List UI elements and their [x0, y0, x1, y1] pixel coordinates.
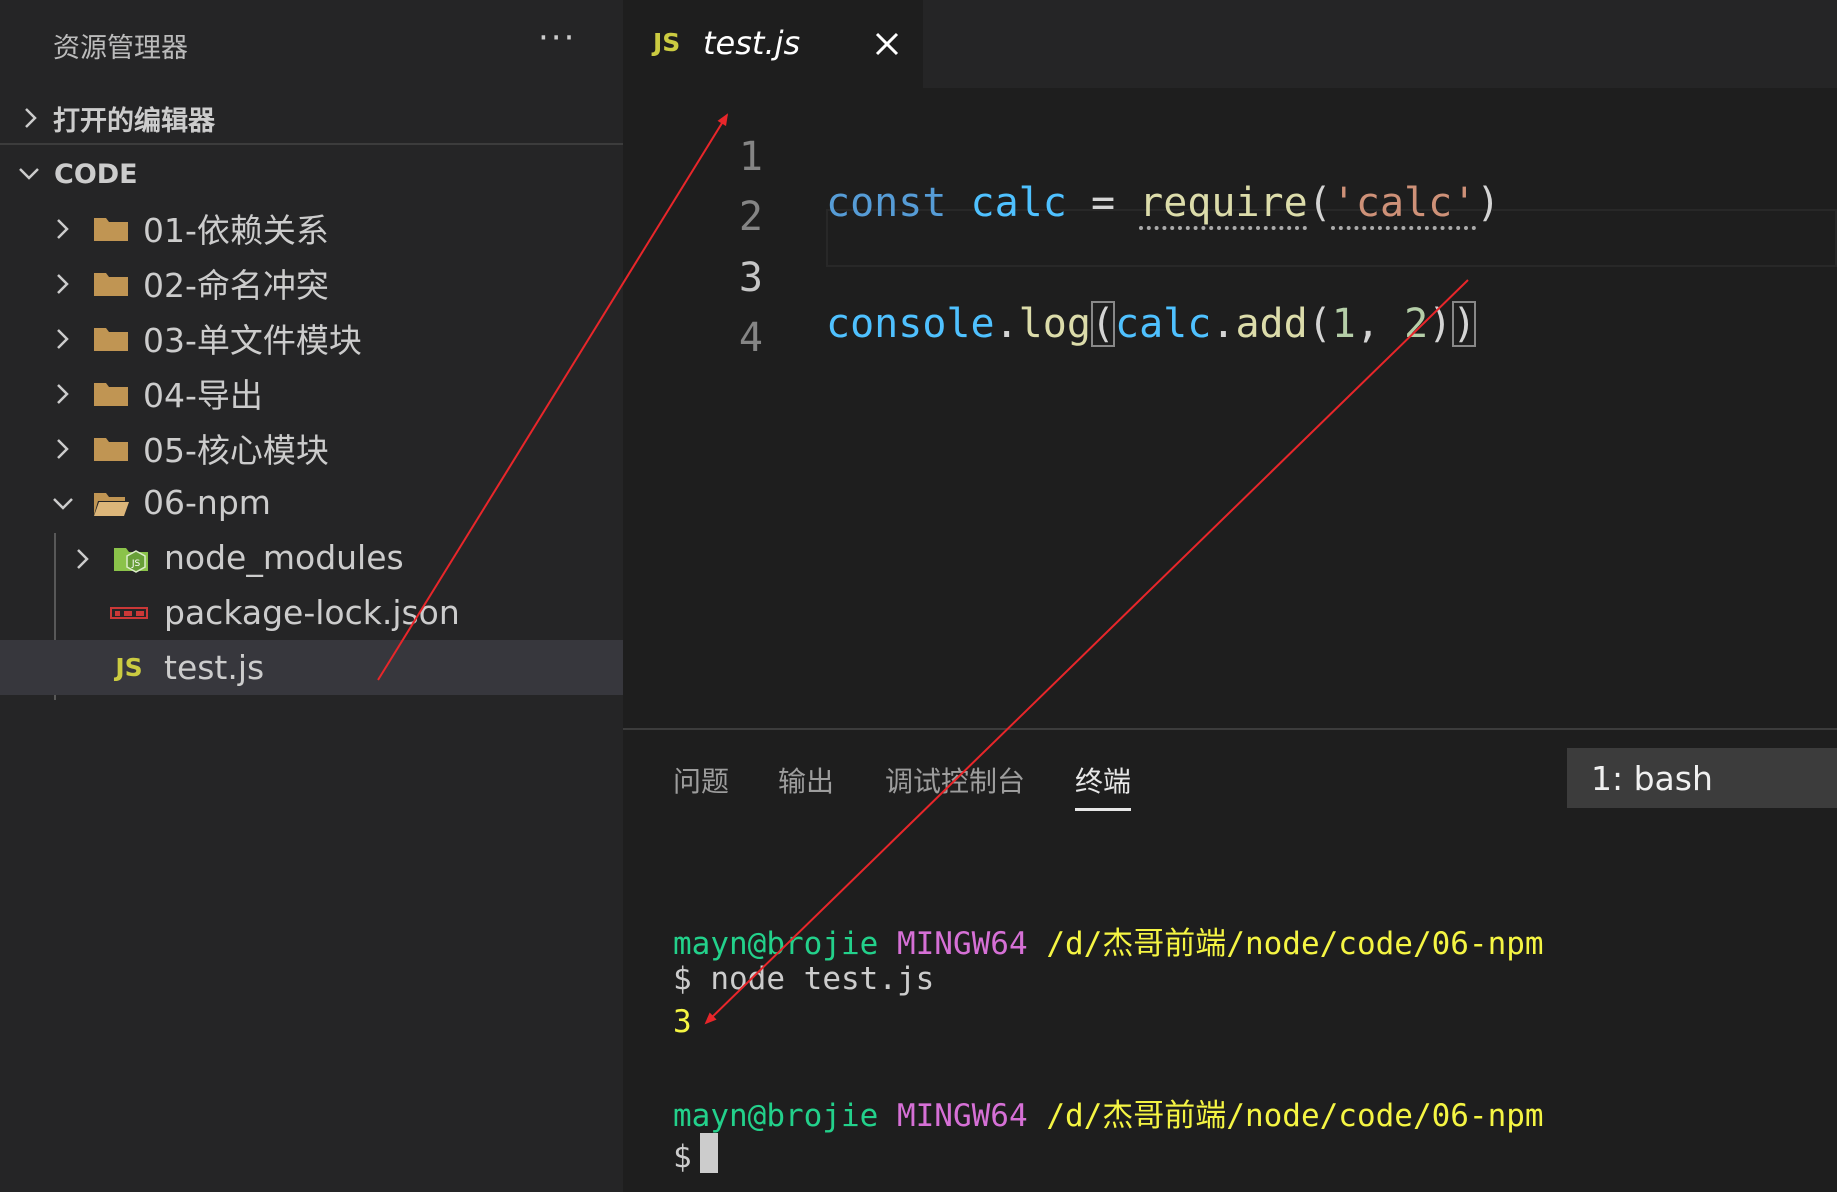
terminal-command: node test.js — [710, 961, 935, 997]
node-folder-icon: JS — [112, 541, 150, 575]
terminal-select[interactable]: 1: bash — [1567, 748, 1837, 808]
npm-icon — [110, 596, 148, 630]
section-divider — [0, 143, 623, 145]
tree-folder-node-modules[interactable]: JS node_modules — [0, 530, 623, 585]
open-editors-section[interactable]: 打开的编辑器 — [0, 93, 623, 143]
tab-output[interactable]: 输出 — [778, 760, 834, 800]
tree-file-test-js[interactable]: JS test.js — [0, 640, 623, 695]
terminal-prompt: $ — [673, 1139, 692, 1175]
terminal-output: 3 — [673, 1004, 692, 1040]
terminal-path: /d/杰哥前端/node/code/06-npm — [1046, 926, 1544, 962]
svg-text:JS: JS — [131, 559, 141, 569]
editor-tabbar: JS test.js — [623, 0, 1837, 88]
tree-folder-02[interactable]: 02-命名冲突 — [0, 255, 623, 310]
terminal-prompt-line: mayn@brojie MINGW64 /d/杰哥前端/node/code/06… — [673, 918, 1544, 963]
terminal-path: /d/杰哥前端/node/code/06-npm — [1046, 1098, 1544, 1134]
code-line-3: 3 console.log(calc.add(1, 2)) — [623, 209, 1837, 347]
javascript-icon: JS — [653, 28, 681, 57]
folder-icon — [92, 321, 130, 355]
terminal-cursor — [699, 1133, 718, 1173]
explorer-title: 资源管理器 — [53, 33, 188, 64]
chevron-right-icon — [48, 268, 78, 298]
tree-label: 03-单文件模块 — [143, 320, 362, 360]
bottom-panel: 问题 输出 调试控制台 终端 1: bash mayn@brojie MINGW… — [623, 728, 1837, 1192]
terminal-system: MINGW64 — [896, 1098, 1028, 1134]
tree-label: 06-npm — [143, 483, 271, 522]
tree-folder-01[interactable]: 01-依赖关系 — [0, 200, 623, 255]
tree-label: 05-核心模块 — [143, 430, 329, 470]
terminal-user: mayn@brojie — [673, 926, 879, 962]
tree-folder-06-npm[interactable]: 06-npm — [0, 475, 623, 530]
chevron-right-icon — [48, 323, 78, 353]
tab-title: test.js — [703, 24, 801, 62]
workspace-section[interactable]: CODE — [0, 149, 623, 199]
chevron-down-icon — [12, 157, 46, 191]
tree-label: 04-导出 — [143, 375, 263, 415]
terminal-prompt-line: mayn@brojie MINGW64 /d/杰哥前端/node/code/06… — [673, 1090, 1544, 1135]
chevron-right-icon — [14, 101, 48, 135]
chevron-right-icon — [48, 433, 78, 463]
terminal-prompt: $ — [673, 961, 692, 997]
folder-icon — [92, 266, 130, 300]
folder-icon — [92, 211, 130, 245]
tree-file-package-lock[interactable]: package-lock.json — [0, 585, 623, 640]
tree-folder-03[interactable]: 03-单文件模块 — [0, 310, 623, 365]
terminal-command-line: $ node test.js — [673, 961, 934, 997]
explorer-sidebar: 资源管理器 ··· 打开的编辑器 CODE 01-依赖关系 02-命名冲突 03… — [0, 0, 623, 1192]
folder-icon — [92, 376, 130, 410]
more-actions-button[interactable]: ··· — [538, 18, 576, 58]
code-line-2: 2 — [623, 148, 1837, 240]
terminal-system: MINGW64 — [896, 926, 1028, 962]
workspace-label: CODE — [54, 158, 138, 190]
tree-label: package-lock.json — [164, 593, 460, 632]
folder-open-icon — [92, 486, 130, 520]
line-number: 4 — [738, 315, 763, 361]
tree-label: 02-命名冲突 — [143, 265, 329, 305]
chevron-right-icon — [68, 543, 98, 573]
tree-label: 01-依赖关系 — [143, 210, 329, 250]
code-editor[interactable]: 1 const calc = require('calc') 2 3 conso… — [623, 88, 1837, 728]
tree-folder-05[interactable]: 05-核心模块 — [0, 420, 623, 475]
active-tab-indicator — [1075, 808, 1131, 811]
tab-problems[interactable]: 问题 — [673, 760, 729, 800]
tree-folder-04[interactable]: 04-导出 — [0, 365, 623, 420]
javascript-icon: JS — [115, 653, 143, 682]
open-editors-label: 打开的编辑器 — [53, 105, 215, 137]
terminal-input-line[interactable]: $ — [673, 1133, 718, 1175]
folder-icon — [92, 431, 130, 465]
tab-debug-console[interactable]: 调试控制台 — [885, 760, 1025, 800]
tab-terminal[interactable]: 终端 — [1075, 760, 1131, 800]
chevron-right-icon — [48, 378, 78, 408]
terminal-user: mayn@brojie — [673, 1098, 879, 1134]
tree-label: test.js — [164, 648, 265, 687]
chevron-right-icon — [48, 213, 78, 243]
close-icon[interactable] — [869, 26, 905, 62]
code-line-1: 1 const calc = require('calc') — [623, 88, 1837, 226]
tree-label: node_modules — [164, 538, 404, 577]
code-line-4: 4 — [623, 269, 1837, 361]
chevron-down-icon — [48, 488, 78, 518]
tab-test-js[interactable]: JS test.js — [623, 0, 923, 88]
